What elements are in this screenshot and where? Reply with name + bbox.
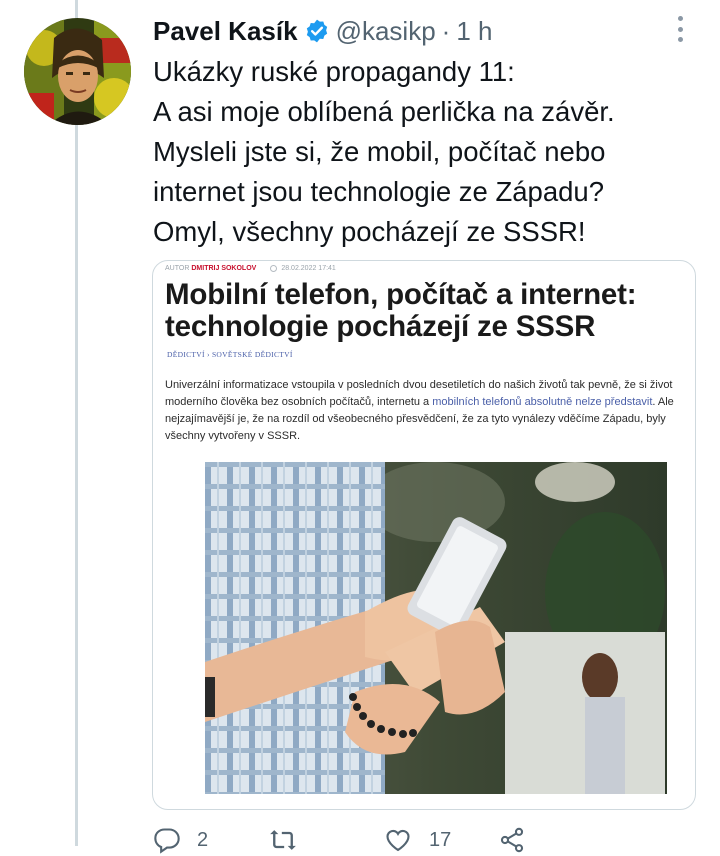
like-count: 17 <box>429 828 452 851</box>
tweet-text-line: A asi moje oblíbená perlička na závěr. <box>153 96 615 127</box>
clock-icon <box>270 265 278 272</box>
tweet-actions: 2 17 <box>153 826 613 856</box>
article-lead: Univerzální informatizace vstoupila v po… <box>165 377 690 445</box>
embedded-image-card[interactable]: AUTOR DMITRIJ SOKOLOV 28.02.2022 17:41 M… <box>152 260 696 810</box>
author-label: AUTOR <box>165 265 190 272</box>
tweet-header: Pavel Kasík @kasikp · 1 h <box>153 12 492 50</box>
headline-line: technologie pocházejí ze SSSR <box>165 310 596 343</box>
lead-link: mobilních telefonů absolutně nelze předs… <box>432 396 653 408</box>
article-breadcrumb: DĚDICTVÍ › SOVĚTSKÉ DĚDICTVÍ <box>167 350 293 359</box>
thread-line <box>75 0 78 846</box>
article-author: DMITRIJ SOKOLOV <box>191 265 257 272</box>
more-options-icon[interactable] <box>670 14 690 44</box>
author-name[interactable]: Pavel Kasík <box>153 16 298 47</box>
retweet-icon <box>270 830 296 850</box>
reply-count: 2 <box>197 828 209 851</box>
retweet-button[interactable] <box>268 826 383 854</box>
tweet-text-line: Mysleli jste si, že mobil, počítač nebo <box>153 136 606 167</box>
like-button[interactable]: 17 <box>383 826 498 854</box>
avatar[interactable] <box>24 18 131 125</box>
reply-button[interactable]: 2 <box>153 826 268 854</box>
article-photo <box>205 462 667 794</box>
verified-badge-icon <box>304 18 330 44</box>
tweet-text-line: Ukázky ruské propagandy 11: <box>153 56 515 87</box>
share-icon <box>500 827 524 853</box>
author-handle[interactable]: @kasikp <box>336 16 436 47</box>
article-meta: AUTOR DMITRIJ SOKOLOV 28.02.2022 17:41 <box>165 265 336 272</box>
tweet-text: Ukázky ruské propagandy 11: A asi moje o… <box>153 52 693 252</box>
tweet-text-line: internet jsou technologie ze Západu? <box>153 176 605 207</box>
article-date: 28.02.2022 17:41 <box>281 265 336 272</box>
article-headline: Mobilní telefon, počítač a internet: tec… <box>165 279 690 343</box>
avatar-image <box>24 18 131 125</box>
heart-icon <box>386 829 410 852</box>
share-button[interactable] <box>498 826 613 854</box>
tweet-text-line: Omyl, všechny pocházejí ze SSSR! <box>153 216 586 247</box>
separator-dot: · <box>441 15 451 46</box>
tweet-timestamp[interactable]: 1 h <box>456 16 492 47</box>
headline-line: Mobilní telefon, počítač a internet: <box>165 278 637 311</box>
reply-icon <box>154 828 180 854</box>
